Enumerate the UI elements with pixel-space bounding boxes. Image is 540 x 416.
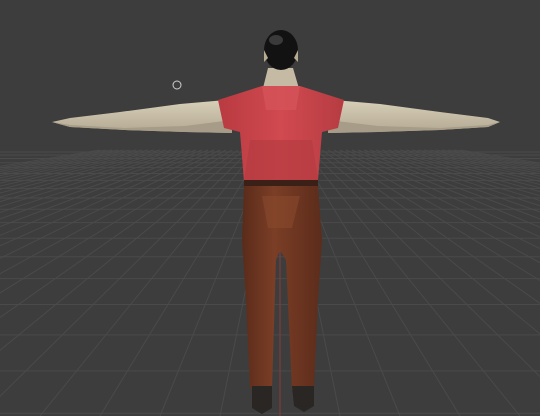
- grid-line: [303, 149, 521, 416]
- head-highlight: [269, 35, 283, 45]
- grid-line: [375, 149, 540, 202]
- grid-line: [0, 149, 245, 351]
- grid-line: [0, 149, 155, 187]
- grid-line: [0, 149, 203, 228]
- grid-line: [0, 149, 227, 275]
- character-model[interactable]: [52, 30, 500, 414]
- grid-line: [0, 149, 119, 173]
- grid-line: [339, 149, 540, 250]
- shirt-facet: [262, 86, 300, 110]
- grid-line: [0, 149, 239, 319]
- grid-line: [429, 149, 540, 173]
- grid-line: [459, 149, 540, 164]
- grid-line: [369, 149, 540, 207]
- grid-line: [0, 149, 209, 236]
- grid-line: [0, 149, 233, 294]
- grid-line: [423, 149, 540, 175]
- grid-line: [0, 149, 143, 181]
- grid-line: [0, 149, 191, 213]
- 3d-viewport[interactable]: [0, 0, 540, 416]
- grid-line: [39, 149, 257, 416]
- shirt-facet-lower: [244, 140, 318, 182]
- grid-line: [321, 149, 540, 305]
- grid-line: [0, 149, 125, 175]
- right-shoe: [292, 386, 314, 412]
- grid-line: [0, 149, 161, 190]
- head: [264, 30, 298, 70]
- grid-line: [363, 149, 540, 213]
- grid-line: [447, 149, 540, 167]
- viewport-canvas[interactable]: [0, 0, 540, 416]
- left-shoe: [252, 386, 272, 414]
- grid-line: [381, 149, 540, 197]
- grid-line: [0, 149, 173, 198]
- grid-line: [0, 149, 101, 167]
- 3d-cursor-icon[interactable]: [172, 80, 182, 90]
- grid-line: [453, 149, 540, 166]
